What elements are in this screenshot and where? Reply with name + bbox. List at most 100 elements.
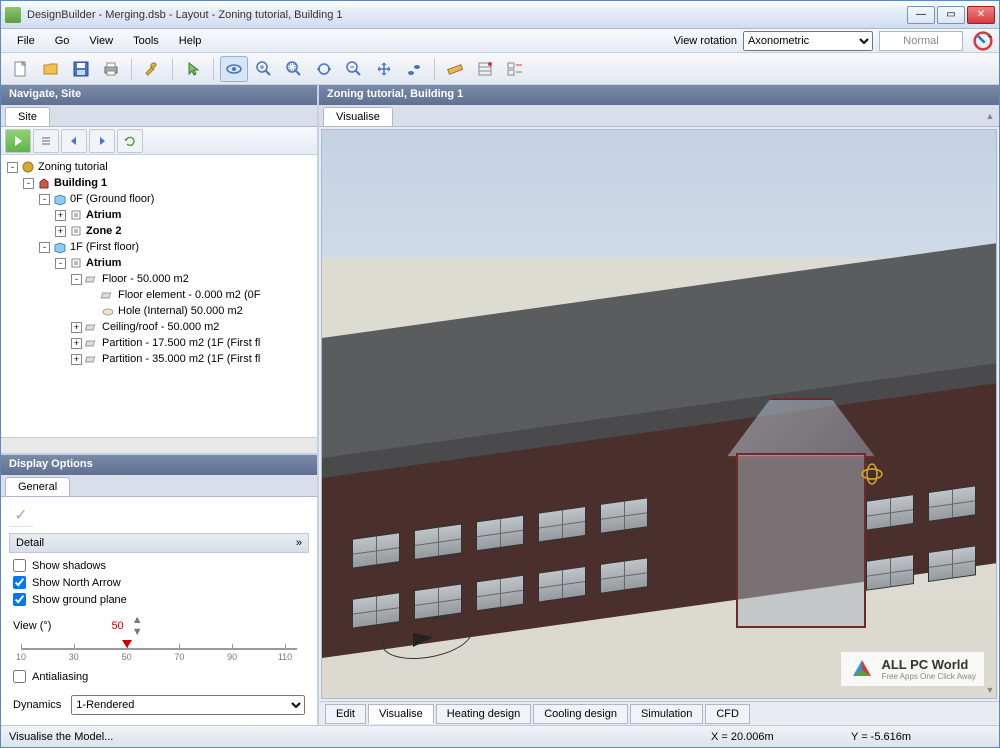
tree-expander[interactable]: + bbox=[55, 226, 66, 237]
slider-tick-label: 30 bbox=[69, 652, 79, 662]
dynamics-select[interactable]: 1-Rendered bbox=[71, 695, 305, 715]
tree-row[interactable]: -0F (Ground floor) bbox=[3, 191, 315, 207]
nav-forward-button[interactable] bbox=[89, 129, 115, 153]
surf-icon bbox=[85, 352, 99, 366]
minimize-button[interactable]: — bbox=[907, 6, 935, 24]
tree-expander[interactable]: - bbox=[39, 242, 50, 253]
apply-check-icon[interactable]: ✓ bbox=[9, 503, 33, 527]
zone-icon bbox=[69, 208, 83, 222]
show-north-label: Show North Arrow bbox=[32, 577, 121, 589]
show-north-checkbox[interactable] bbox=[13, 576, 26, 589]
measure-button[interactable] bbox=[441, 56, 469, 82]
tree-expander[interactable]: - bbox=[71, 274, 82, 285]
tree-row[interactable]: -1F (First floor) bbox=[3, 239, 315, 255]
bottom-tab-cfd[interactable]: CFD bbox=[705, 704, 750, 724]
options-button[interactable] bbox=[501, 56, 529, 82]
close-button[interactable]: ✕ bbox=[967, 6, 995, 24]
menu-help[interactable]: Help bbox=[169, 32, 212, 50]
orbit-gizmo-icon[interactable] bbox=[858, 460, 886, 488]
tree-row[interactable]: +Partition - 17.500 m2 (1F (First fl bbox=[3, 335, 315, 351]
print-button[interactable] bbox=[97, 56, 125, 82]
menu-view[interactable]: View bbox=[79, 32, 123, 50]
tree-row[interactable]: +Atrium bbox=[3, 207, 315, 223]
tree-hscrollbar[interactable] bbox=[1, 437, 317, 453]
tab-visualise-top[interactable]: Visualise bbox=[323, 107, 393, 126]
bottom-tab-simulation[interactable]: Simulation bbox=[630, 704, 703, 724]
globe-icon bbox=[21, 160, 35, 174]
tree-row[interactable]: +Ceiling/roof - 50.000 m2 bbox=[3, 319, 315, 335]
bottom-tab-heating-design[interactable]: Heating design bbox=[436, 704, 531, 724]
bottom-tab-edit[interactable]: Edit bbox=[325, 704, 366, 724]
tree-label: Hole (Internal) 50.000 m2 bbox=[118, 305, 243, 317]
nav-refresh-button[interactable] bbox=[117, 129, 143, 153]
window-title: DesignBuilder - Merging.dsb - Layout - Z… bbox=[27, 9, 907, 21]
watermark-title: ALL PC World bbox=[881, 657, 976, 672]
open-file-button[interactable] bbox=[37, 56, 65, 82]
bottom-tab-cooling-design[interactable]: Cooling design bbox=[533, 704, 628, 724]
statusbar: Visualise the Model... X = 20.006m Y = -… bbox=[1, 725, 999, 747]
tab-general[interactable]: General bbox=[5, 477, 70, 496]
menu-go[interactable]: Go bbox=[45, 32, 80, 50]
grid-button[interactable] bbox=[471, 56, 499, 82]
tree-label: Building 1 bbox=[54, 177, 107, 189]
new-file-button[interactable] bbox=[7, 56, 35, 82]
nav-back-button[interactable] bbox=[61, 129, 87, 153]
surf-icon bbox=[85, 320, 99, 334]
tree-expander[interactable]: - bbox=[23, 178, 34, 189]
tree-expander[interactable]: + bbox=[71, 338, 82, 349]
tree-row[interactable]: Hole (Internal) 50.000 m2 bbox=[3, 303, 315, 319]
antialiasing-checkbox[interactable] bbox=[13, 670, 26, 683]
tree-row[interactable]: +Zone 2 bbox=[3, 223, 315, 239]
slider-thumb[interactable] bbox=[122, 640, 132, 648]
tree-row[interactable]: -Zoning tutorial bbox=[3, 159, 315, 175]
energyplus-icon[interactable]: + bbox=[973, 31, 993, 51]
tree-row[interactable]: Floor element - 0.000 m2 (0F bbox=[3, 287, 315, 303]
tree-row[interactable]: - Floor - 50.000 m2 bbox=[3, 271, 315, 287]
orbit-button[interactable] bbox=[220, 56, 248, 82]
tree-row[interactable]: +Partition - 35.000 m2 (1F (First fl bbox=[3, 351, 315, 367]
tree-label: Floor - 50.000 m2 bbox=[102, 273, 189, 285]
tree-label: Atrium bbox=[86, 257, 121, 269]
save-button[interactable] bbox=[67, 56, 95, 82]
wrench-button[interactable] bbox=[138, 56, 166, 82]
tree-row[interactable]: - Atrium bbox=[3, 255, 315, 271]
3d-viewport[interactable]: ALL PC World Free Apps One Click Away bbox=[321, 129, 997, 699]
zoom-in-button[interactable] bbox=[250, 56, 278, 82]
view-angle-label: View (°) bbox=[13, 620, 51, 632]
menu-file[interactable]: File bbox=[7, 32, 45, 50]
tab-site[interactable]: Site bbox=[5, 107, 50, 126]
maximize-button[interactable]: ▭ bbox=[937, 6, 965, 24]
tree-expander[interactable]: - bbox=[55, 258, 66, 269]
zoom-out-button[interactable] bbox=[340, 56, 368, 82]
zoom-fit-button[interactable] bbox=[280, 56, 308, 82]
viewport-vscroll[interactable]: ▲ ▼ bbox=[983, 111, 997, 695]
pointer-button[interactable] bbox=[179, 56, 207, 82]
slider-tick-label: 110 bbox=[278, 652, 292, 662]
bottom-tab-visualise[interactable]: Visualise bbox=[368, 704, 434, 724]
show-ground-checkbox[interactable] bbox=[13, 593, 26, 606]
pan-button[interactable] bbox=[370, 56, 398, 82]
normal-indicator[interactable]: Normal bbox=[879, 31, 963, 51]
tree-label: Floor element - 0.000 m2 (0F bbox=[118, 289, 260, 301]
menu-tools[interactable]: Tools bbox=[123, 32, 169, 50]
tree-expander[interactable]: + bbox=[71, 354, 82, 365]
show-shadows-checkbox[interactable] bbox=[13, 559, 26, 572]
view-angle-spinner[interactable]: ▲▼ bbox=[132, 614, 143, 638]
tree-expander[interactable]: - bbox=[7, 162, 18, 173]
app-icon bbox=[5, 7, 21, 23]
nav-list-button[interactable] bbox=[33, 129, 59, 153]
display-options-panel: Display Options General ✓ Detail » Show … bbox=[1, 453, 317, 725]
nav-go-button[interactable] bbox=[5, 129, 31, 153]
status-y: Y = -5.616m bbox=[851, 731, 991, 743]
tree-expander[interactable]: + bbox=[71, 322, 82, 333]
detail-label: Detail bbox=[16, 537, 44, 549]
zoom-window-button[interactable] bbox=[310, 56, 338, 82]
detail-section-header[interactable]: Detail » bbox=[9, 533, 309, 553]
tree-expander[interactable]: + bbox=[55, 210, 66, 221]
navigate-tree[interactable]: -Zoning tutorial-Building 1-0F (Ground f… bbox=[1, 155, 317, 437]
view-rotation-select[interactable]: Axonometric bbox=[743, 31, 873, 51]
tree-row[interactable]: - Building 1 bbox=[3, 175, 315, 191]
view-angle-slider[interactable]: 1030507090110 bbox=[13, 642, 305, 662]
walk-button[interactable] bbox=[400, 56, 428, 82]
tree-expander[interactable]: - bbox=[39, 194, 50, 205]
